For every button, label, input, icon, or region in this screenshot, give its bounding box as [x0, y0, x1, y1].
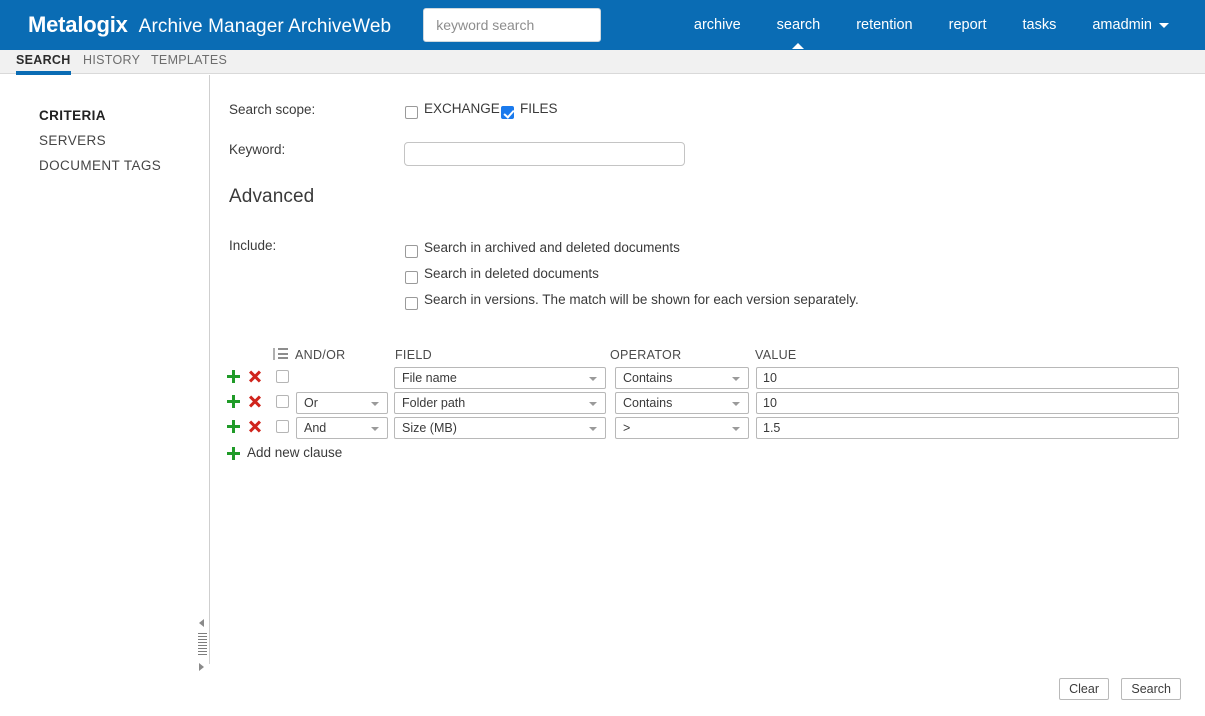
header-search-input[interactable]: [423, 8, 602, 42]
sidebar: CRITERIA SERVERS DOCUMENT TAGS: [0, 75, 210, 664]
plus-icon[interactable]: [226, 394, 241, 409]
chevron-down-icon: [589, 402, 597, 406]
sidebar-item-document-tags[interactable]: DOCUMENT TAGS: [39, 158, 161, 173]
value-input[interactable]: [756, 417, 1179, 439]
field-select[interactable]: Size (MB): [394, 417, 606, 439]
list-lines-icon[interactable]: [273, 348, 289, 361]
brand-logo: Metalogix: [28, 12, 128, 37]
nav-item-search[interactable]: search: [759, 0, 839, 50]
nav-item-archive[interactable]: archive: [676, 0, 759, 50]
advanced-section-title: Advanced: [229, 186, 315, 207]
checkbox-include-versions[interactable]: [405, 297, 418, 310]
operator-select[interactable]: Contains: [615, 392, 749, 414]
add-new-clause-label: Add new clause: [247, 445, 343, 460]
app-title: Archive Manager ArchiveWeb: [138, 16, 392, 37]
column-header-andor: AND/OR: [295, 348, 346, 362]
tab-history[interactable]: HISTORY: [83, 50, 140, 74]
row-select-checkbox[interactable]: [276, 420, 289, 433]
grip-handle-icon[interactable]: [198, 633, 207, 657]
checkbox-include-archived-deleted[interactable]: [405, 245, 418, 258]
nav-item-tasks[interactable]: tasks: [1005, 0, 1075, 50]
triangle-left-icon[interactable]: [199, 619, 204, 627]
tab-templates[interactable]: TEMPLATES: [151, 50, 227, 74]
app-root: Metalogix Archive Manager ArchiveWeb arc…: [0, 0, 1205, 716]
value-input[interactable]: [756, 392, 1179, 414]
keyword-label: Keyword:: [229, 142, 286, 157]
checkbox-scope-files[interactable]: [501, 106, 514, 119]
andor-select[interactable]: And: [296, 417, 388, 439]
chevron-down-icon: [371, 402, 379, 406]
chevron-down-icon: [732, 402, 740, 406]
operator-select-value: >: [623, 421, 631, 435]
label-scope-files: FILES: [520, 101, 558, 116]
column-header-value: VALUE: [755, 348, 797, 362]
operator-select[interactable]: >: [615, 417, 749, 439]
row-select-checkbox[interactable]: [276, 395, 289, 408]
chevron-down-icon: [732, 377, 740, 381]
row-select-checkbox[interactable]: [276, 370, 289, 383]
andor-select[interactable]: Or: [296, 392, 388, 414]
operator-select-value: Contains: [623, 396, 673, 410]
keyword-input[interactable]: [404, 142, 685, 166]
chevron-down-icon: [371, 427, 379, 431]
checkbox-scope-exchange[interactable]: [405, 106, 418, 119]
chevron-down-icon: [589, 427, 597, 431]
user-menu-label: amadmin: [1092, 17, 1152, 33]
include-label: Include:: [229, 238, 277, 253]
user-menu[interactable]: amadmin: [1074, 0, 1187, 50]
value-input[interactable]: [756, 367, 1179, 389]
top-header-bar: Metalogix Archive Manager ArchiveWeb arc…: [0, 0, 1205, 50]
chevron-down-icon: [732, 427, 740, 431]
plus-icon[interactable]: [226, 419, 241, 434]
label-include-archived-deleted: Search in archived and deleted documents: [424, 240, 680, 255]
field-select-value: File name: [402, 371, 457, 385]
x-icon[interactable]: [247, 419, 262, 434]
column-header-field: FIELD: [395, 348, 432, 362]
sidebar-item-criteria[interactable]: CRITERIA: [39, 108, 106, 123]
sidebar-item-servers[interactable]: SERVERS: [39, 133, 106, 148]
nav-item-report[interactable]: report: [931, 0, 1005, 50]
column-header-operator: OPERATOR: [610, 348, 682, 362]
label-scope-exchange: EXCHANGE: [424, 101, 500, 116]
andor-select-value: And: [304, 421, 327, 435]
nav-item-retention[interactable]: retention: [838, 0, 930, 50]
top-navigation: archive search retention report tasks am…: [676, 0, 1187, 50]
label-include-deleted: Search in deleted documents: [424, 266, 599, 281]
main-content: Search scope: EXCHANGE FILES Keyword: Ad…: [198, 75, 1205, 716]
checkbox-include-deleted[interactable]: [405, 271, 418, 284]
plus-icon[interactable]: [226, 369, 241, 384]
brand: Metalogix Archive Manager ArchiveWeb: [28, 12, 391, 38]
operator-select-value: Contains: [623, 371, 673, 385]
andor-select-value: Or: [304, 396, 318, 410]
field-select[interactable]: Folder path: [394, 392, 606, 414]
chevron-down-icon: [589, 377, 597, 381]
footer-actions: Clear Search: [0, 664, 1205, 716]
chevron-down-icon: [1159, 22, 1169, 28]
field-select-value: Size (MB): [402, 421, 457, 435]
search-button[interactable]: Search: [1121, 678, 1181, 700]
x-icon[interactable]: [247, 394, 262, 409]
field-select[interactable]: File name: [394, 367, 606, 389]
label-include-versions: Search in versions. The match will be sh…: [424, 292, 859, 307]
x-icon[interactable]: [247, 369, 262, 384]
field-select-value: Folder path: [402, 396, 466, 410]
plus-icon: [226, 446, 241, 461]
tab-strip: SEARCH HISTORY TEMPLATES: [0, 50, 1205, 75]
operator-select[interactable]: Contains: [615, 367, 749, 389]
tab-search[interactable]: SEARCH: [16, 50, 71, 75]
clear-button[interactable]: Clear: [1059, 678, 1109, 700]
search-scope-label: Search scope:: [229, 102, 316, 117]
